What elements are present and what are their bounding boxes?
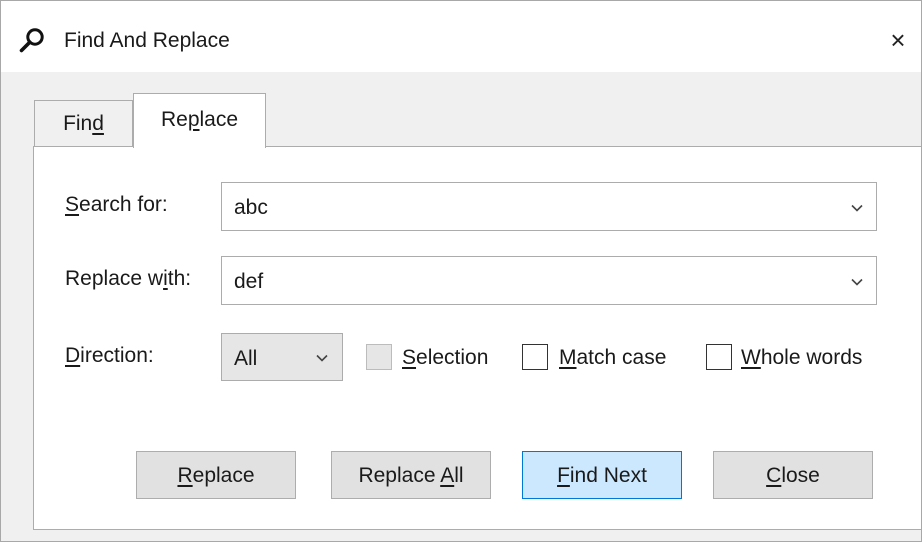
direction-dropdown[interactable]: All: [221, 333, 343, 381]
replace-button-label: Replace: [177, 464, 255, 487]
match-case-checkbox[interactable]: [522, 344, 548, 370]
replace-button[interactable]: Replace: [136, 451, 296, 499]
find-replace-dialog: Find And Replace × Find Replace Search f…: [0, 0, 922, 542]
replace-with-label: Replace with:: [65, 267, 192, 290]
title-bar: Find And Replace ×: [1, 1, 921, 72]
direction-value: All: [234, 347, 258, 370]
match-case-label: Match case: [559, 346, 667, 369]
direction-label: Direction:: [65, 344, 154, 367]
search-for-value: abc: [234, 196, 268, 219]
find-next-button[interactable]: Find Next: [522, 451, 682, 499]
search-icon: [19, 28, 44, 53]
whole-words-label: Whole words: [741, 346, 863, 369]
search-for-label: Search for:: [65, 193, 168, 216]
tab-replace[interactable]: Replace: [133, 93, 266, 148]
tab-replace-label: Replace: [160, 108, 239, 131]
chevron-down-icon[interactable]: [315, 353, 329, 363]
window-title: Find And Replace: [64, 29, 230, 52]
close-button[interactable]: Close: [713, 451, 873, 499]
replace-with-combobox[interactable]: def: [221, 256, 877, 305]
search-for-combobox[interactable]: abc: [221, 182, 877, 231]
replace-all-button[interactable]: Replace All: [331, 451, 491, 499]
close-icon[interactable]: ×: [883, 25, 913, 55]
find-next-button-label: Find Next: [557, 464, 647, 487]
close-button-label: Close: [766, 464, 820, 487]
selection-label: Selection: [402, 346, 489, 369]
chevron-down-icon[interactable]: [850, 277, 864, 287]
replace-tab-panel: Search for: abc Replace with: def Direct…: [33, 146, 921, 530]
selection-checkbox[interactable]: [366, 344, 392, 370]
chevron-down-icon[interactable]: [850, 203, 864, 213]
replace-all-button-label: Replace All: [358, 464, 464, 487]
tab-find[interactable]: Find: [34, 100, 133, 146]
whole-words-checkbox[interactable]: [706, 344, 732, 370]
replace-with-value: def: [234, 270, 264, 293]
tab-find-label: Find: [63, 112, 104, 135]
